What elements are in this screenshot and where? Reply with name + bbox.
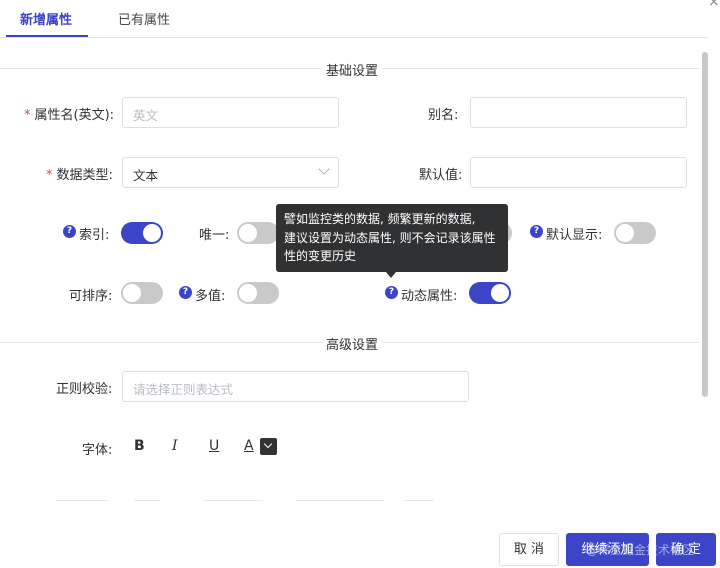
default-value-label: 默认值: — [419, 168, 463, 183]
data-type-label-text: 数据类型: — [56, 168, 113, 183]
required-marker: * — [24, 108, 31, 123]
active-tab-indicator — [6, 35, 88, 37]
cutoff-row-hint — [404, 500, 434, 501]
color-dropdown-button[interactable] — [260, 438, 277, 455]
multi-label: 多值: — [195, 289, 226, 304]
dynamic-toggle[interactable] — [469, 282, 511, 304]
section-title-basic: 基础设置 — [322, 60, 383, 79]
tab-bar: 新增属性 已有属性 — [0, 0, 708, 38]
tab-new-attribute[interactable]: 新增属性 — [20, 9, 72, 28]
regex-label: 正则校验: — [56, 382, 113, 397]
attr-name-input[interactable]: 英文 — [122, 97, 339, 128]
tooltip-line: 性的变更历史 — [284, 249, 357, 263]
help-icon[interactable]: ? — [385, 286, 398, 299]
index-toggle[interactable] — [121, 222, 163, 244]
default-show-label: 默认显示: — [546, 228, 603, 243]
italic-button[interactable]: I — [172, 438, 178, 454]
bold-button[interactable]: B — [134, 438, 145, 454]
multi-toggle[interactable] — [237, 282, 279, 304]
chevron-down-icon — [318, 163, 330, 175]
cutoff-row-hint — [296, 500, 384, 501]
underline-button[interactable]: U — [209, 438, 219, 454]
alias-label: 别名: — [428, 108, 459, 123]
scrollbar-thumb[interactable] — [702, 52, 708, 397]
data-type-value: 文本 — [133, 168, 159, 183]
font-color-button[interactable]: A — [244, 438, 254, 454]
tooltip-line: 譬如监控类的数据, 频繁更新的数据, — [284, 212, 476, 226]
index-label: 索引: — [79, 228, 110, 243]
section-title-advanced: 高级设置 — [322, 334, 383, 353]
tab-existing-attributes[interactable]: 已有属性 — [118, 9, 170, 28]
unique-toggle[interactable] — [237, 222, 279, 244]
dynamic-attr-tooltip: 譬如监控类的数据, 频繁更新的数据, 建议设置为动态属性, 则不会记录该属性 性… — [276, 204, 508, 272]
regex-select[interactable]: 请选择正则表达式 — [122, 371, 469, 402]
dynamic-label: 动态属性: — [401, 289, 458, 304]
cancel-button[interactable]: 取 消 — [499, 533, 559, 566]
required-marker: * — [46, 168, 53, 183]
help-icon[interactable]: ? — [63, 225, 76, 238]
alias-input[interactable] — [470, 97, 687, 128]
data-type-label: * 数据类型: — [46, 164, 113, 183]
toggle-knob — [239, 224, 257, 242]
help-icon[interactable]: ? — [530, 225, 543, 238]
attr-name-label: * 属性名(英文): — [24, 104, 114, 123]
cutoff-row-hint — [56, 500, 108, 501]
tooltip-line: 建议设置为动态属性, 则不会记录该属性 — [284, 230, 496, 245]
toggle-knob — [123, 284, 141, 302]
sortable-label: 可排序: — [69, 289, 113, 304]
sortable-toggle[interactable] — [121, 282, 163, 304]
toggle-knob — [616, 224, 634, 242]
toggle-knob — [143, 224, 161, 242]
unique-label: 唯一: — [199, 228, 230, 243]
toggle-knob — [491, 284, 509, 302]
help-icon[interactable]: ? — [179, 286, 192, 299]
attr-name-label-text: 属性名(英文): — [34, 108, 115, 123]
default-show-toggle[interactable] — [614, 222, 656, 244]
data-type-select[interactable]: 文本 — [122, 157, 339, 188]
toggle-knob — [239, 284, 257, 302]
default-value-input[interactable] — [470, 157, 687, 188]
cutoff-row-hint — [203, 500, 263, 501]
font-label: 字体: — [82, 443, 113, 458]
cutoff-row-hint — [134, 500, 160, 501]
watermark: @稀土掘金技术社区 — [586, 543, 695, 557]
chevron-down-icon — [263, 439, 273, 449]
close-icon[interactable]: × — [708, 0, 720, 10]
tooltip-arrow — [386, 272, 396, 278]
